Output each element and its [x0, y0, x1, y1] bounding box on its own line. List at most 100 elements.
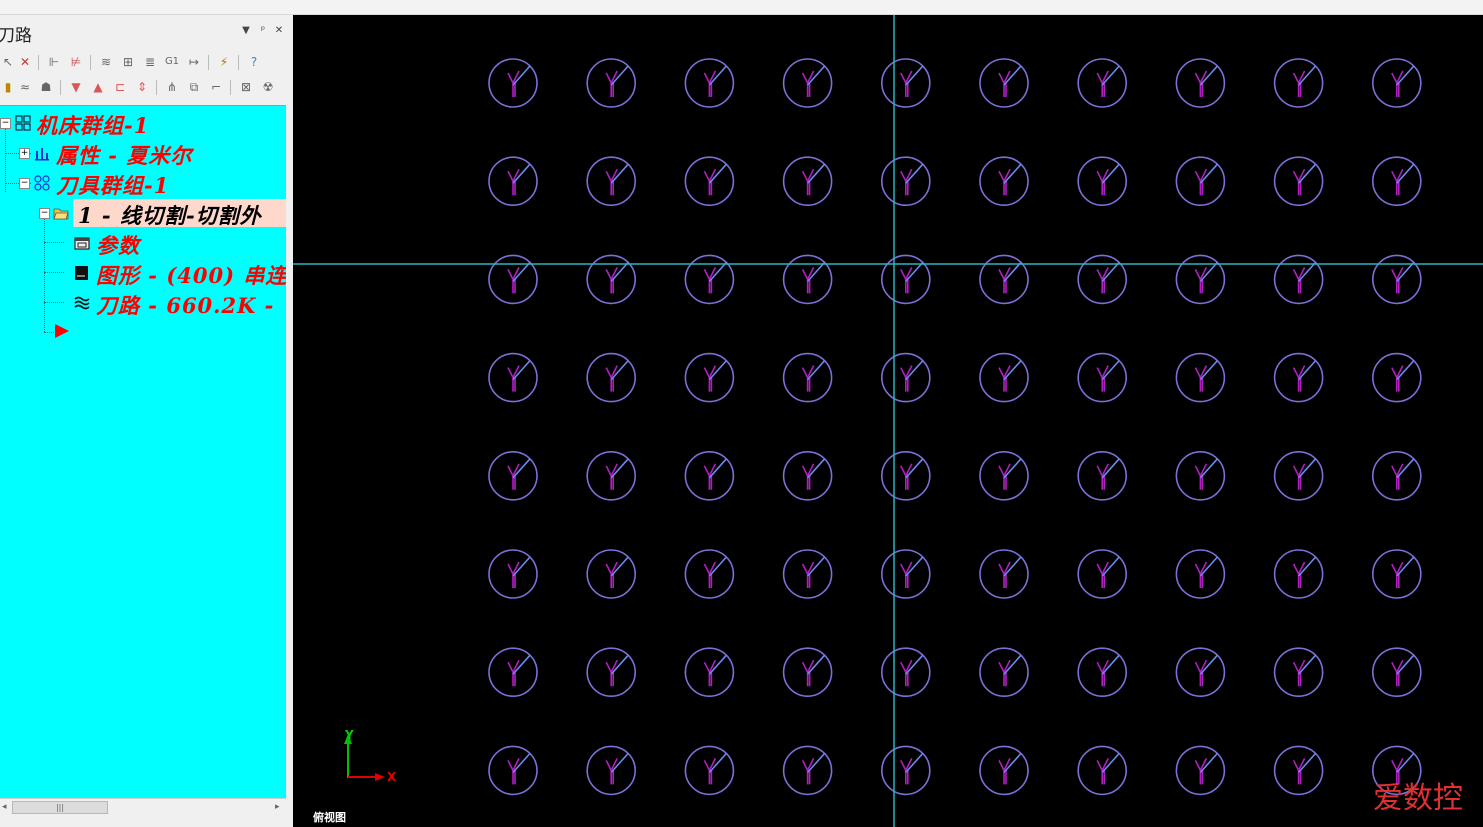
lead-in-line[interactable]: [905, 261, 924, 282]
lead-in-line[interactable]: [905, 163, 924, 184]
lead-in-line[interactable]: [905, 556, 924, 577]
lead-in-line[interactable]: [1298, 261, 1317, 282]
lead-in-line[interactable]: [1199, 163, 1218, 184]
lead-in-line[interactable]: [1101, 360, 1120, 381]
lead-in-line[interactable]: [1101, 654, 1120, 675]
post-g1-icon[interactable]: G1: [164, 54, 180, 70]
tree-item-tool-group[interactable]: − 刀具群组-1: [0, 170, 286, 198]
lead-in-line[interactable]: [1101, 65, 1120, 86]
tree-item-toolpath[interactable]: 刀路 - 660.2K -: [0, 290, 286, 318]
lead-in-line[interactable]: [512, 458, 531, 479]
lead-in-line[interactable]: [905, 65, 924, 86]
lead-in-line[interactable]: [610, 752, 629, 773]
lead-in-line[interactable]: [807, 654, 826, 675]
lead-in-line[interactable]: [1101, 163, 1120, 184]
regenerate-dirty-icon[interactable]: ⊞: [120, 54, 136, 70]
lead-in-line[interactable]: [1396, 65, 1415, 86]
tree-item-properties[interactable]: + 属性 - 夏米尔: [0, 140, 286, 168]
tree-item-machine-group[interactable]: − 机床群组-1: [0, 110, 286, 138]
lead-in-line[interactable]: [512, 261, 531, 282]
lead-in-line[interactable]: [1199, 261, 1218, 282]
expand-icon[interactable]: +: [19, 148, 30, 159]
lead-in-line[interactable]: [1298, 458, 1317, 479]
lead-in-line[interactable]: [1396, 752, 1415, 773]
select-ops-icon[interactable]: ⊩: [46, 54, 62, 70]
lead-in-line[interactable]: [1298, 556, 1317, 577]
lead-in-line[interactable]: [1199, 654, 1218, 675]
lead-in-line[interactable]: [807, 458, 826, 479]
select-all-icon[interactable]: ↖: [0, 54, 16, 70]
lead-in-line[interactable]: [708, 65, 727, 86]
lead-in-line[interactable]: [1003, 163, 1022, 184]
lead-in-line[interactable]: [1003, 654, 1022, 675]
lead-in-line[interactable]: [708, 752, 727, 773]
lead-in-line[interactable]: [807, 360, 826, 381]
select-dirty-icon[interactable]: ⊭: [68, 54, 84, 70]
lead-in-line[interactable]: [610, 163, 629, 184]
lead-in-line[interactable]: [1199, 65, 1218, 86]
lead-in-line[interactable]: [1003, 65, 1022, 86]
insert-arrow-icon[interactable]: [54, 323, 70, 339]
lead-in-line[interactable]: [512, 163, 531, 184]
lead-in-line[interactable]: [1199, 752, 1218, 773]
move-up-icon[interactable]: ▲: [90, 79, 106, 95]
close-icon[interactable]: ✕: [273, 25, 285, 37]
lead-in-line[interactable]: [1298, 360, 1317, 381]
simulate-icon[interactable]: ≣: [142, 54, 158, 70]
lead-in-line[interactable]: [1396, 163, 1415, 184]
lead-in-line[interactable]: [610, 458, 629, 479]
post-selected-icon[interactable]: ↦: [186, 54, 202, 70]
high-feed-icon[interactable]: ⚡: [216, 54, 232, 70]
drawing-canvas[interactable]: [293, 15, 1483, 827]
move-down-icon[interactable]: ▼: [68, 79, 84, 95]
verify-icon[interactable]: ☢: [260, 79, 276, 95]
show-selected-icon[interactable]: ⋔: [164, 79, 180, 95]
lead-in-line[interactable]: [1298, 65, 1317, 86]
lead-in-line[interactable]: [1396, 654, 1415, 675]
lead-in-line[interactable]: [610, 65, 629, 86]
lead-in-line[interactable]: [708, 654, 727, 675]
lead-in-line[interactable]: [807, 65, 826, 86]
scrollbar-thumb[interactable]: |||: [12, 801, 108, 814]
scroll-left-icon[interactable]: ◂: [2, 802, 7, 812]
tree-item-parameters[interactable]: 参数: [0, 230, 286, 258]
lead-in-line[interactable]: [1199, 556, 1218, 577]
lead-in-line[interactable]: [708, 458, 727, 479]
lead-in-line[interactable]: [905, 360, 924, 381]
help-icon[interactable]: ?: [246, 54, 262, 70]
deselect-icon[interactable]: ✕: [17, 54, 33, 70]
lead-in-line[interactable]: [708, 360, 727, 381]
lead-in-line[interactable]: [1101, 261, 1120, 282]
panel-menu-dropdown-icon[interactable]: ▼: [240, 25, 252, 37]
lead-in-line[interactable]: [1199, 360, 1218, 381]
lead-in-line[interactable]: [807, 261, 826, 282]
show-geometry-icon[interactable]: ⧉: [186, 79, 202, 95]
lock-icon[interactable]: ▮: [0, 79, 16, 95]
lead-in-line[interactable]: [1298, 163, 1317, 184]
lead-in-line[interactable]: [1003, 556, 1022, 577]
lead-in-line[interactable]: [1101, 556, 1120, 577]
lead-in-line[interactable]: [512, 65, 531, 86]
lead-in-line[interactable]: [610, 261, 629, 282]
collapse-icon[interactable]: −: [39, 208, 50, 219]
lead-in-line[interactable]: [807, 752, 826, 773]
toggle-post-icon[interactable]: ☗: [38, 79, 54, 95]
lead-in-line[interactable]: [1003, 360, 1022, 381]
horizontal-scrollbar[interactable]: ◂ ||| ▸: [0, 798, 286, 817]
lead-in-line[interactable]: [1003, 752, 1022, 773]
lead-in-line[interactable]: [1396, 360, 1415, 381]
lead-in-line[interactable]: [807, 556, 826, 577]
lead-in-line[interactable]: [708, 163, 727, 184]
lead-in-line[interactable]: [905, 752, 924, 773]
lead-in-line[interactable]: [1101, 752, 1120, 773]
insert-after-icon[interactable]: ⊏: [112, 79, 128, 95]
lead-in-line[interactable]: [1298, 752, 1317, 773]
regenerate-all-icon[interactable]: ≋: [98, 54, 114, 70]
lead-in-line[interactable]: [1003, 458, 1022, 479]
lead-in-line[interactable]: [512, 556, 531, 577]
lead-in-line[interactable]: [512, 654, 531, 675]
collapse-icon[interactable]: −: [0, 118, 11, 129]
lead-in-line[interactable]: [512, 752, 531, 773]
lead-in-line[interactable]: [1396, 556, 1415, 577]
lead-in-line[interactable]: [905, 458, 924, 479]
